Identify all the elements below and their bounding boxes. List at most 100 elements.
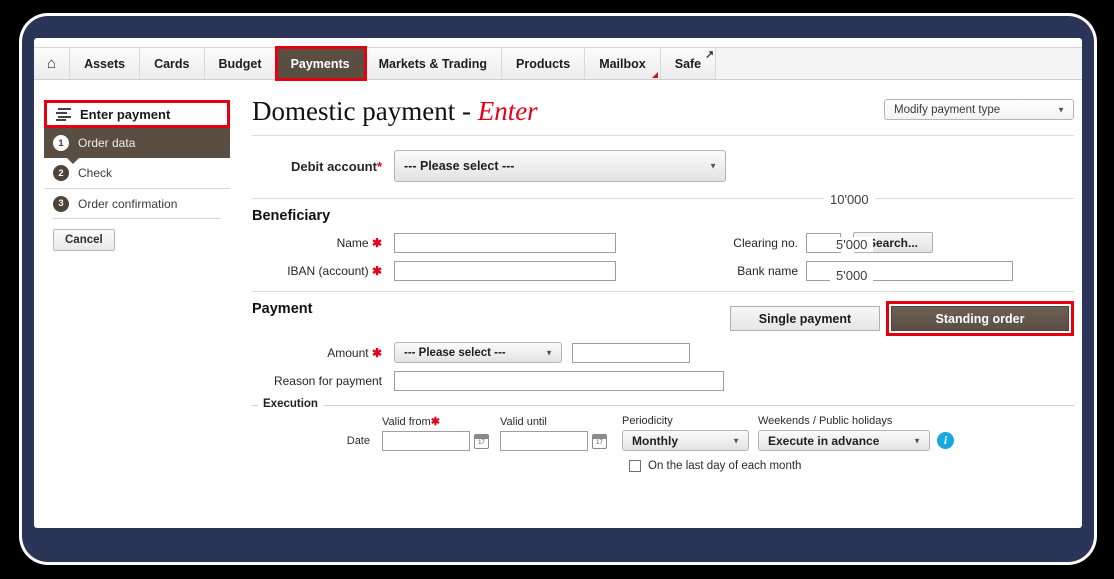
nav-tab-assets[interactable]: Assets bbox=[70, 48, 141, 79]
page-header: Domestic payment - Enter Modify payment … bbox=[252, 98, 1074, 135]
nav-filler bbox=[716, 48, 1082, 79]
step-number: 3 bbox=[53, 195, 69, 212]
browser-screen: ⌂ Assets Cards Budget Payments Markets &… bbox=[34, 38, 1082, 528]
weekends-group: Weekends / Public holidays Execute in ad… bbox=[758, 415, 954, 451]
chevron-down-icon: ▼ bbox=[732, 436, 740, 445]
main-navigation: ⌂ Assets Cards Budget Payments Markets &… bbox=[34, 46, 1082, 81]
nav-tab-mailbox[interactable]: Mailbox bbox=[585, 48, 661, 79]
amount-label: Amount ✱ bbox=[327, 345, 382, 360]
page-title-main: Domestic payment - bbox=[252, 96, 478, 126]
reason-row: Reason for payment bbox=[252, 371, 1074, 391]
calendar-icon[interactable] bbox=[592, 433, 607, 449]
cancel-button[interactable]: Cancel bbox=[53, 229, 115, 251]
last-day-label: On the last day of each month bbox=[648, 460, 802, 472]
beneficiary-title: Beneficiary bbox=[252, 208, 331, 224]
debit-account-value: --- Please select --- bbox=[404, 159, 515, 173]
execution-fields-row: Date Valid from✱ Valid until bbox=[252, 415, 1074, 451]
step-label: Order data bbox=[78, 136, 136, 150]
chevron-down-icon: ▼ bbox=[709, 161, 717, 171]
valid-until-label: Valid until bbox=[500, 416, 547, 428]
step-label: Check bbox=[78, 166, 113, 180]
bank-name-label: Bank name bbox=[737, 264, 798, 278]
last-day-checkbox[interactable] bbox=[629, 460, 641, 472]
sidebar: Enter payment 1 Order data 2 Check 3 Ord… bbox=[44, 100, 230, 251]
overlay-number-2: 5'000 bbox=[830, 237, 874, 252]
sidebar-step-order-data[interactable]: 1 Order data bbox=[44, 128, 230, 158]
notification-flag-icon bbox=[651, 72, 658, 78]
valid-from-group: Valid from✱ bbox=[382, 415, 492, 451]
last-day-checkbox-row: On the last day of each month bbox=[629, 460, 1074, 472]
reason-label: Reason for payment bbox=[273, 374, 382, 388]
debit-account-label: Debit account* bbox=[290, 158, 382, 174]
iban-label: IBAN (account) ✱ bbox=[287, 264, 382, 278]
currency-select[interactable]: --- Please select --- ▼ bbox=[394, 342, 562, 363]
nav-tab-label: Products bbox=[516, 56, 571, 71]
beneficiary-section: Beneficiary Name ✱ Clearing no. Search..… bbox=[252, 192, 1074, 291]
currency-value: --- Please select --- bbox=[404, 346, 506, 359]
amount-input[interactable] bbox=[572, 342, 690, 363]
sidebar-divider bbox=[53, 218, 221, 219]
beneficiary-iban-input[interactable] bbox=[394, 261, 616, 281]
step-number: 2 bbox=[53, 165, 69, 181]
execution-legend: Execution bbox=[258, 398, 323, 410]
nav-tab-label: Payments bbox=[290, 56, 350, 71]
modify-payment-type-value: Modify payment type bbox=[894, 103, 1001, 116]
nav-tab-label: Markets & Trading bbox=[378, 56, 487, 71]
amount-row: Amount ✱ --- Please select --- ▼ bbox=[252, 342, 1074, 363]
page-title-accent: Enter bbox=[477, 96, 538, 126]
info-icon[interactable]: i bbox=[937, 432, 954, 449]
device-frame: ⌂ Assets Cards Budget Payments Markets &… bbox=[22, 16, 1094, 562]
nav-tab-home[interactable]: ⌂ bbox=[34, 48, 71, 79]
date-label: Date bbox=[346, 435, 370, 447]
sidebar-step-check[interactable]: 2 Check bbox=[44, 157, 230, 188]
nav-tab-cards[interactable]: Cards bbox=[140, 48, 205, 79]
nav-tab-label: Safe bbox=[674, 56, 702, 71]
name-label: Name ✱ bbox=[336, 235, 382, 250]
chevron-down-icon: ▼ bbox=[1057, 105, 1065, 114]
beneficiary-name-input[interactable] bbox=[394, 232, 616, 253]
external-link-icon: ↗ bbox=[704, 48, 715, 62]
valid-until-input[interactable] bbox=[500, 431, 588, 451]
nav-tab-budget[interactable]: Budget bbox=[204, 48, 277, 79]
nav-tab-payments[interactable]: Payments bbox=[274, 46, 367, 81]
periodicity-group: Periodicity Monthly ▼ bbox=[622, 415, 752, 451]
weekends-value: Execute in advance bbox=[768, 433, 880, 448]
required-marker: * bbox=[376, 158, 382, 174]
valid-from-input[interactable] bbox=[382, 431, 470, 451]
debit-account-select[interactable]: --- Please select --- ▼ bbox=[394, 150, 726, 182]
calendar-icon[interactable] bbox=[474, 433, 489, 449]
nav-tab-markets-trading[interactable]: Markets & Trading bbox=[364, 48, 502, 79]
valid-until-group: Valid until bbox=[500, 416, 610, 451]
nav-tab-label: Budget bbox=[218, 56, 262, 71]
sidebar-item-label: Enter payment bbox=[80, 106, 171, 122]
reason-input[interactable] bbox=[394, 371, 724, 391]
sidebar-step-order-confirmation[interactable]: 3 Order confirmation bbox=[44, 188, 230, 218]
valid-from-label: Valid from✱ bbox=[382, 416, 440, 428]
required-marker: ✱ bbox=[371, 264, 382, 278]
chevron-down-icon: ▼ bbox=[545, 348, 553, 357]
nav-tab-safe[interactable]: Safe ↗ bbox=[660, 48, 717, 79]
periodicity-select[interactable]: Monthly ▼ bbox=[622, 430, 749, 451]
nav-tab-label: Cards bbox=[154, 56, 190, 71]
chevron-down-icon: ▼ bbox=[913, 436, 921, 445]
weekends-select[interactable]: Execute in advance ▼ bbox=[758, 430, 930, 451]
required-marker: ✱ bbox=[371, 345, 382, 360]
beneficiary-iban-row: IBAN (account) ✱ Bank name bbox=[252, 261, 1074, 281]
standing-order-toggle[interactable]: Standing order bbox=[891, 306, 1069, 331]
standing-order-highlight: Standing order bbox=[886, 301, 1074, 336]
home-icon: ⌂ bbox=[47, 55, 57, 72]
required-marker: ✱ bbox=[430, 416, 440, 428]
payment-header-row: Payment Single payment Standing order bbox=[252, 301, 1074, 336]
sidebar-item-enter-payment[interactable]: Enter payment bbox=[44, 100, 230, 128]
overlay-number-1: 10'000 bbox=[824, 192, 875, 207]
overlay-number-3: 5'000 bbox=[830, 268, 874, 283]
periodicity-label: Periodicity bbox=[622, 415, 673, 427]
modify-payment-type-select[interactable]: Modify payment type ▼ bbox=[884, 99, 1074, 120]
clearing-no-label: Clearing no. bbox=[733, 235, 798, 250]
nav-tab-label: Mailbox bbox=[599, 56, 646, 71]
nav-tab-label: Assets bbox=[84, 56, 126, 71]
execution-section: Execution Date Valid from✱ 17 Valid unti… bbox=[252, 398, 1074, 472]
nav-tab-products[interactable]: Products bbox=[502, 48, 586, 79]
single-payment-toggle[interactable]: Single payment bbox=[730, 306, 880, 331]
payment-mode-toggle: Single payment Standing order bbox=[730, 301, 1074, 336]
